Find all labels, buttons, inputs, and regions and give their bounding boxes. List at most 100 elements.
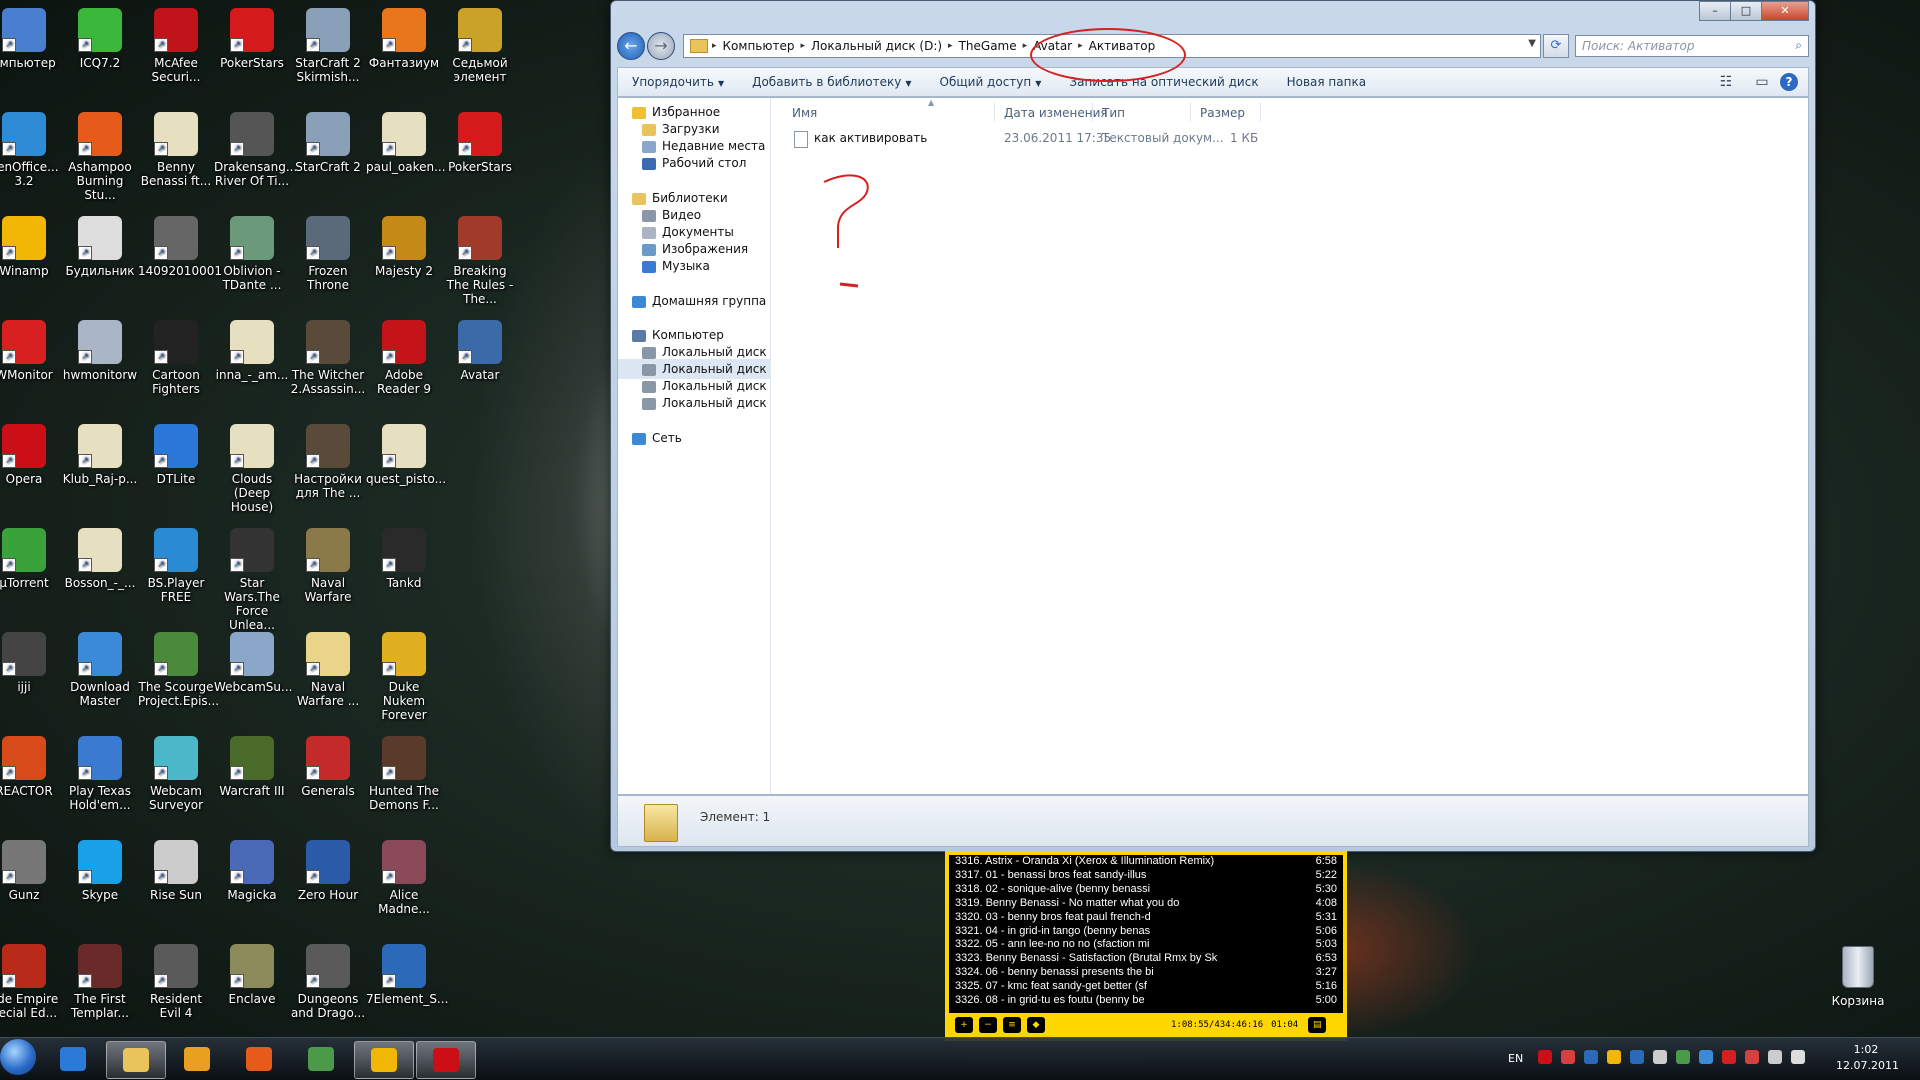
desktop-icon[interactable]: ↗ Resident Evil 4 xyxy=(138,940,214,1020)
tray-icon[interactable] xyxy=(1745,1050,1759,1064)
desktop-icon[interactable]: ↗ Webcam Surveyor xyxy=(138,732,214,812)
tray-icon[interactable] xyxy=(1791,1050,1805,1064)
desktop-icon[interactable]: ↗ Alice Madne... xyxy=(366,836,442,916)
column-header-type[interactable]: Тип xyxy=(1102,106,1125,120)
desktop-icon[interactable]: ↗ Ashampoo Burning Stu... xyxy=(62,108,138,202)
toolbar-button[interactable]: Добавить в библиотеку ▼ xyxy=(738,75,925,89)
misc-icon[interactable]: ◆ xyxy=(1027,1017,1045,1033)
start-button[interactable] xyxy=(0,1039,36,1075)
playlist-track[interactable]: 3316. Astrix - Oranda Xi (Xerox & Illumi… xyxy=(955,855,1337,869)
desktop-icon[interactable]: ↗ BS.Player FREE xyxy=(138,524,214,604)
taskbar-app-opera[interactable] xyxy=(416,1041,476,1079)
desktop-icon[interactable]: ↗ Naval Warfare xyxy=(290,524,366,604)
desktop-icon[interactable]: ↗ Warcraft III xyxy=(214,732,290,798)
breadcrumb-item[interactable]: TheGame xyxy=(953,39,1023,53)
playlist-track[interactable]: 3324. 06 - benny benassi presents the bi… xyxy=(955,966,1337,980)
breadcrumb-item[interactable]: Компьютер xyxy=(717,39,801,53)
tray-icon[interactable] xyxy=(1653,1050,1667,1064)
desktop-icon[interactable]: ↗ Drakensang... River Of Ti... xyxy=(214,108,297,188)
maximize-button[interactable]: □ xyxy=(1730,1,1762,21)
desktop-icon[interactable]: ↗ Gunz xyxy=(0,836,62,902)
column-separator[interactable] xyxy=(1092,102,1093,122)
desktop-icon[interactable]: ↗ Benny Benassi ft... xyxy=(138,108,214,188)
desktop-icon[interactable]: ↗ 7Element_S... xyxy=(366,940,448,1006)
back-button[interactable]: ← xyxy=(617,32,645,60)
desktop-icon[interactable]: ↗ Opera xyxy=(0,420,62,486)
tray-icon[interactable] xyxy=(1538,1050,1552,1064)
tray-icon[interactable] xyxy=(1676,1050,1690,1064)
desktop-icon[interactable]: ↗ penOffice... 3.2 xyxy=(0,108,62,188)
taskbar-app-ie[interactable] xyxy=(44,1041,102,1077)
taskbar-app-explorer[interactable] xyxy=(106,1041,166,1079)
column-separator[interactable] xyxy=(1190,102,1191,122)
desktop-icon[interactable]: ↗ Play Texas Hold'em... xyxy=(62,732,138,812)
taskbar-app-media[interactable] xyxy=(168,1041,226,1077)
tray-icon[interactable] xyxy=(1584,1050,1598,1064)
tray-icon[interactable] xyxy=(1607,1050,1621,1064)
playlist-track[interactable]: 3319. Benny Benassi - No matter what you… xyxy=(955,897,1337,911)
toolbar-button[interactable]: Общий доступ ▼ xyxy=(926,75,1056,89)
desktop-icon[interactable]: ↗ Breaking The Rules - The... xyxy=(442,212,518,306)
desktop-icon[interactable]: ↗ Bosson_-_... xyxy=(62,524,138,590)
desktop-icon[interactable]: ↗ Cartoon Fighters xyxy=(138,316,214,396)
desktop-icon[interactable]: ↗ Magicka xyxy=(214,836,290,902)
nav-item[interactable]: Музыка xyxy=(618,256,770,276)
playlist-track[interactable]: 3320. 03 - benny bros feat paul french-d… xyxy=(955,911,1337,925)
desktop-icon[interactable]: ↗ Zero Hour xyxy=(290,836,366,902)
nav-item[interactable]: Домашняя группа xyxy=(618,291,770,311)
search-input[interactable]: Поиск: Активатор ⌕ xyxy=(1575,35,1809,57)
desktop-icon[interactable]: ↗ Avatar xyxy=(442,316,518,382)
help-icon[interactable]: ? xyxy=(1780,73,1798,91)
desktop-icon[interactable]: ↗ Настройки для The ... xyxy=(290,420,366,500)
desktop-icon[interactable]: ↗ WMonitor xyxy=(0,316,62,382)
desktop-icon[interactable]: ↗ StarCraft 2 Skirmish... xyxy=(290,4,366,84)
address-dropdown-icon[interactable]: ▼ xyxy=(1528,38,1536,49)
playlist-track[interactable]: 3325. 07 - kmc feat sandy-get better (sf… xyxy=(955,980,1337,994)
desktop-icon[interactable]: ↗ Фантазиум xyxy=(366,4,442,70)
desktop-icon[interactable]: ↗ paul_oaken... xyxy=(366,108,446,174)
nav-item[interactable]: Локальный диск (F: xyxy=(618,393,770,413)
desktop-icon[interactable]: ↗ inna_-_am... xyxy=(214,316,290,382)
desktop-icon[interactable]: ↗ REACTOR xyxy=(0,732,62,798)
language-indicator[interactable]: EN xyxy=(1508,1052,1523,1065)
desktop-icon[interactable]: ↗ Star Wars.The Force Unlea... xyxy=(214,524,290,632)
remove-icon[interactable]: − xyxy=(979,1017,997,1033)
desktop-icon[interactable]: ↗ ICQ7.2 xyxy=(62,4,138,70)
tray-icon[interactable] xyxy=(1768,1050,1782,1064)
taskbar-app-network[interactable] xyxy=(292,1041,350,1077)
desktop-icon[interactable]: ↗ Dungeons and Drago... xyxy=(290,940,366,1020)
minimize-button[interactable]: – xyxy=(1699,1,1731,21)
desktop-icon[interactable]: ↗ WebcamSu... xyxy=(214,628,292,694)
desktop-icon[interactable]: ↗ The Witcher 2.Assassin... xyxy=(290,316,366,396)
desktop-icon[interactable]: ↗ ade Empire pecial Ed... xyxy=(0,940,62,1020)
desktop-icon[interactable]: ↗ 14092010001 xyxy=(138,212,222,278)
desktop-icon[interactable]: ↗ Winamp xyxy=(0,212,62,278)
desktop-icon[interactable]: ↗ Tankd xyxy=(366,524,442,590)
desktop-icon[interactable]: ↗ µTorrent xyxy=(0,524,62,590)
recycle-bin[interactable]: Корзина xyxy=(1820,946,1896,1008)
breadcrumb-item[interactable]: Локальный диск (D:) xyxy=(805,39,948,53)
desktop-icon[interactable]: ↗ Rise Sun xyxy=(138,836,214,902)
taskbar-app-ashampoo[interactable] xyxy=(230,1041,288,1077)
playlist-track[interactable]: 3323. Benny Benassi - Satisfaction (Brut… xyxy=(955,952,1337,966)
taskbar-clock[interactable]: 1:02 12.07.2011 xyxy=(1836,1042,1899,1074)
desktop-icon[interactable]: ↗ Enclave xyxy=(214,940,290,1006)
desktop-icon[interactable]: ↗ Download Master xyxy=(62,628,138,708)
desktop-icon[interactable]: ↗ Clouds (Deep House) xyxy=(214,420,290,514)
tray-icon[interactable] xyxy=(1630,1050,1644,1064)
desktop-icon[interactable]: ↗ StarCraft 2 xyxy=(290,108,366,174)
desktop-icon[interactable]: ↗ Naval Warfare ... xyxy=(290,628,366,708)
playlist-track[interactable]: 3318. 02 - sonique-alive (benny benassi 5… xyxy=(955,883,1337,897)
desktop-icon[interactable]: ↗ омпьютер xyxy=(0,4,62,70)
desktop-icon[interactable]: ↗ Hunted The Demons F... xyxy=(366,732,442,812)
column-separator[interactable] xyxy=(994,102,995,122)
playlist-track[interactable]: 3321. 04 - in grid-in tango (benny benas… xyxy=(955,925,1337,939)
playlist-track[interactable]: 3326. 08 - in grid-tu es foutu (benny be… xyxy=(955,994,1337,1008)
preview-pane-icon[interactable]: ▭ xyxy=(1750,72,1774,92)
desktop-icon[interactable]: ↗ PokerStars xyxy=(442,108,518,174)
desktop-icon[interactable]: ↗ Frozen Throne xyxy=(290,212,366,292)
tray-icon[interactable] xyxy=(1722,1050,1736,1064)
desktop-icon[interactable]: ↗ Adobe Reader 9 xyxy=(366,316,442,396)
desktop-icon[interactable]: ↗ quest_pisto... xyxy=(366,420,446,486)
taskbar-app-winamp[interactable] xyxy=(354,1041,414,1079)
